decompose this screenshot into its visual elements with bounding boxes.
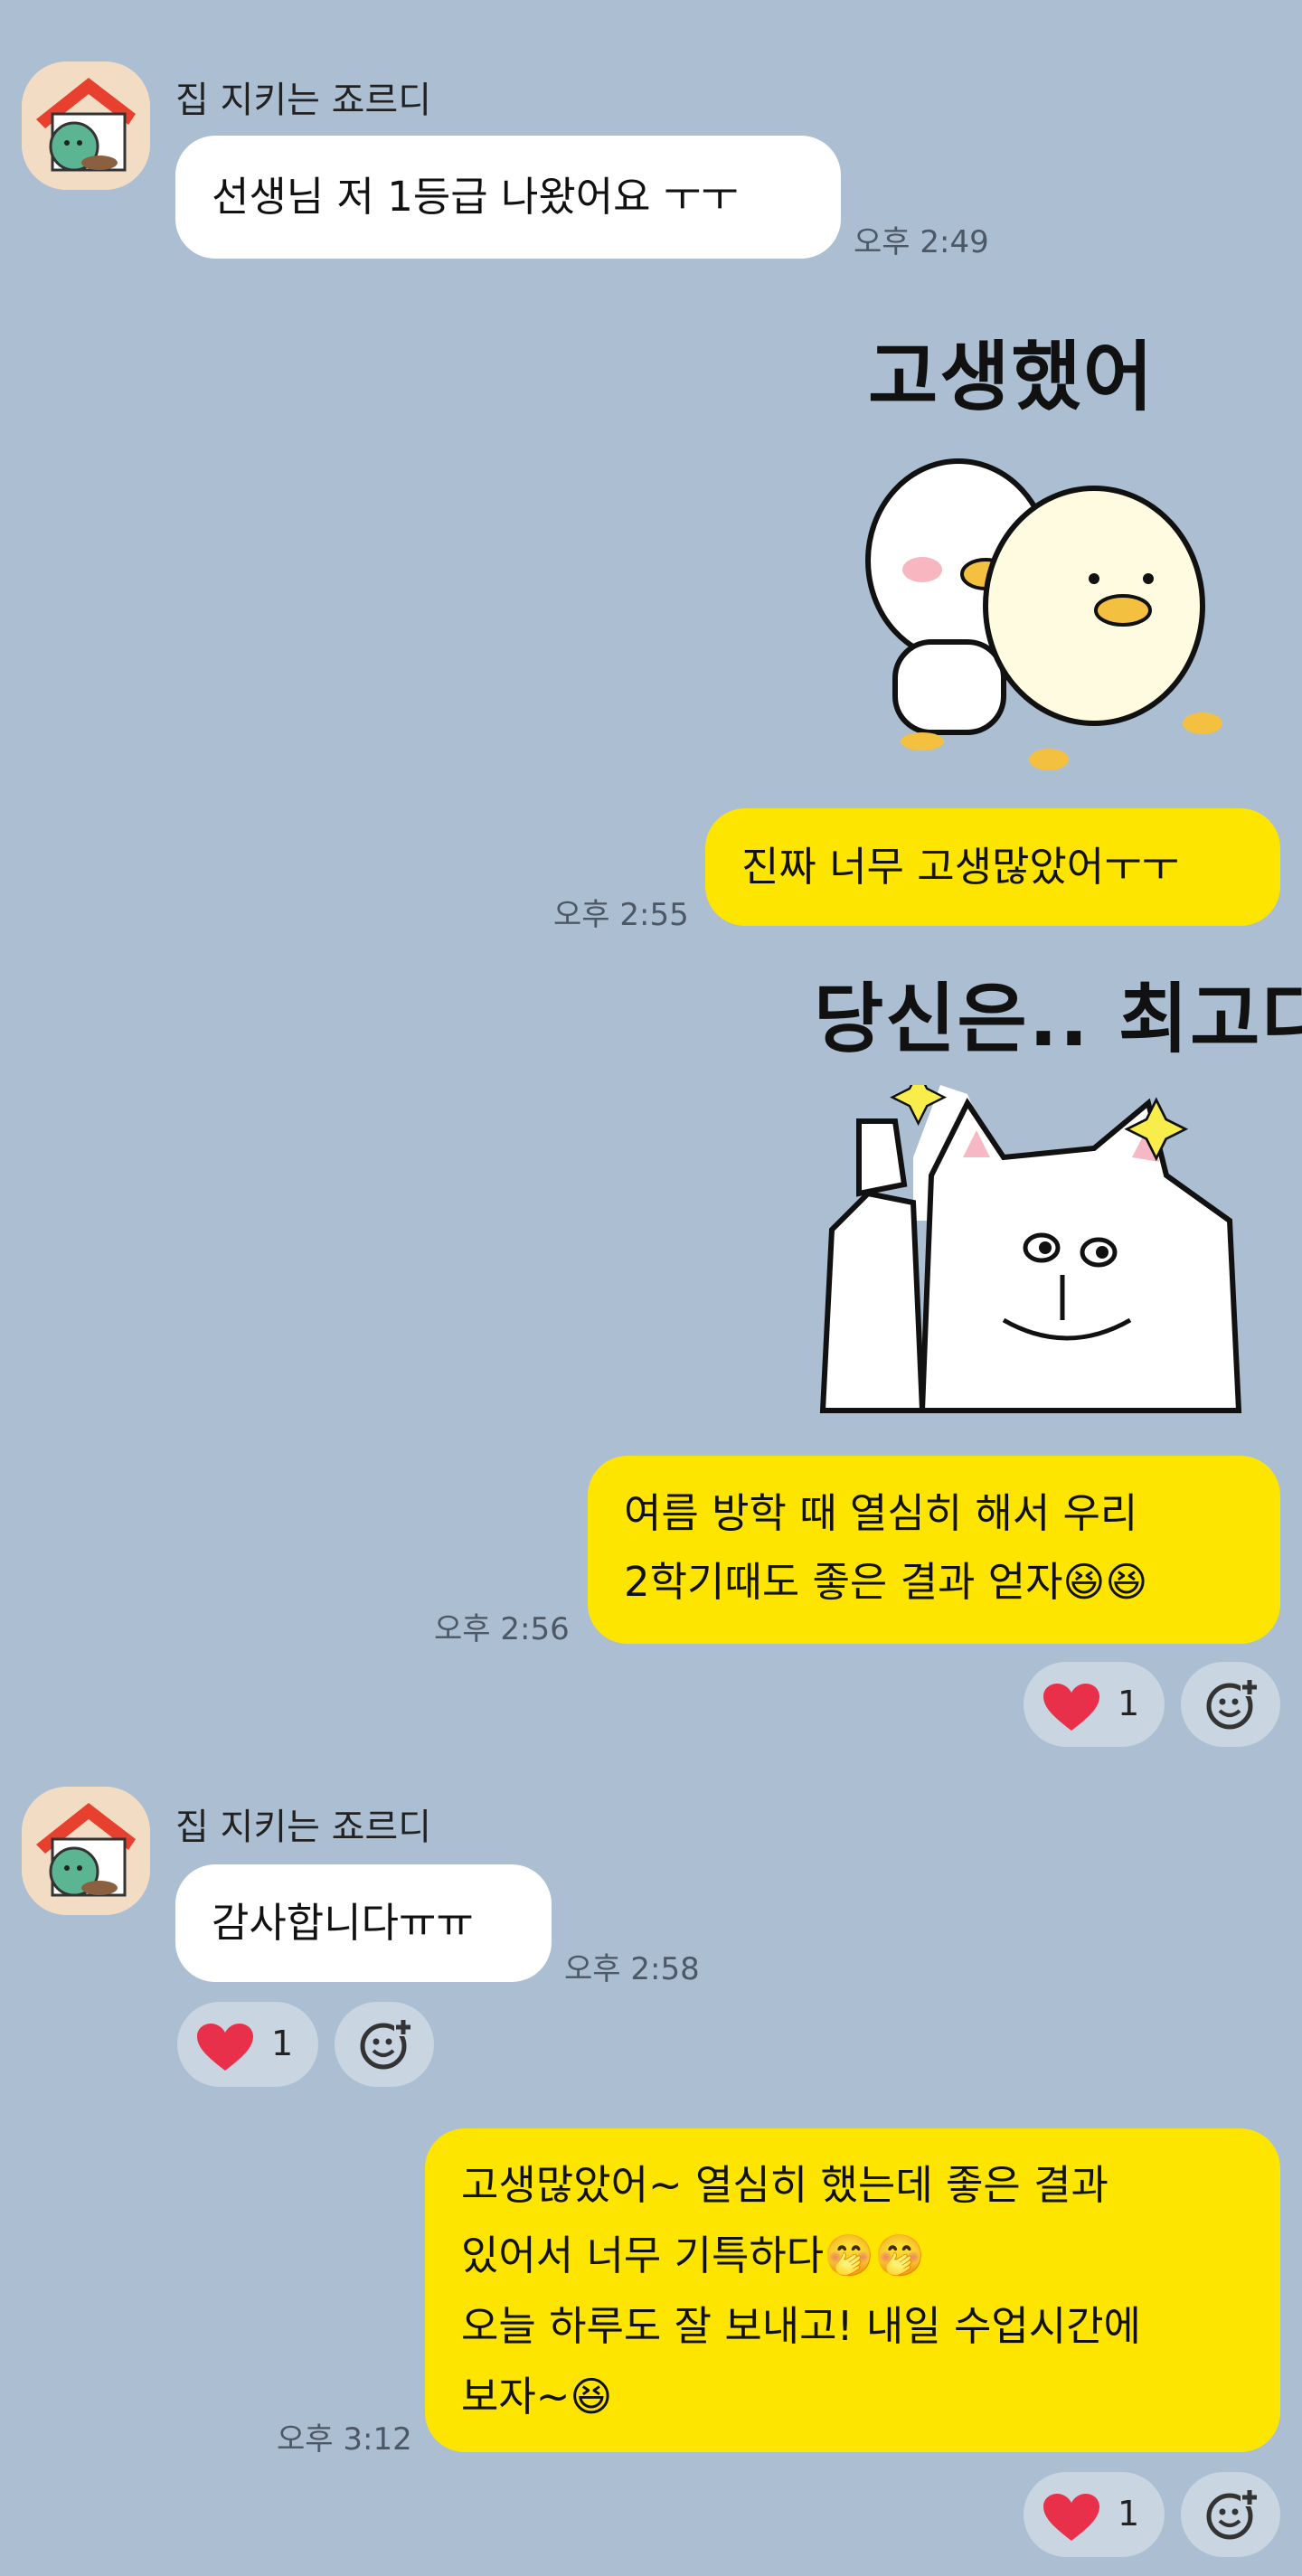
outgoing-message-bubble[interactable]: 고생많았어~ 열심히 했는데 좋은 결과 있어서 너무 기특하다🤭🤭 오늘 하루… — [425, 2128, 1280, 2452]
reaction-chip[interactable]: 1 — [1024, 1662, 1165, 1747]
heart-icon — [197, 2024, 253, 2071]
message-line: 보자~😆 — [461, 2373, 613, 2420]
sticker-ducks[interactable]: 고생했어 — [841, 316, 1239, 787]
reaction-chip[interactable]: 1 — [177, 2002, 318, 2087]
message-text: 감사합니다ㅠㅠ — [212, 1899, 474, 1947]
sender-name: 집 지키는 죠르디 — [175, 1807, 432, 1848]
cat-sticker-icon — [819, 1085, 1242, 1413]
incoming-message-bubble[interactable]: 감사합니다ㅠㅠ — [175, 1864, 552, 1982]
add-reaction-button[interactable] — [1181, 2472, 1280, 2557]
message-time: 오후 2:49 — [854, 224, 989, 260]
message-time: 오후 2:55 — [553, 897, 689, 933]
message-text: 선생님 저 1등급 나왔어요 ㅜㅜ — [212, 173, 739, 221]
add-emoji-icon — [1206, 2488, 1259, 2540]
sticker-caption: 고생했어 — [868, 333, 1156, 421]
message-line: 여름 방학 때 열심히 해서 우리 — [624, 1489, 1138, 1537]
reaction-count: 1 — [271, 2024, 294, 2063]
message-time: 오후 2:58 — [564, 1951, 700, 1987]
message-line: 있어서 너무 기특하다🤭🤭 — [461, 2232, 926, 2279]
add-emoji-icon — [1206, 1678, 1259, 1730]
sticker-cat[interactable]: 당신은.. 최고다 — [796, 958, 1302, 1429]
outgoing-message-bubble[interactable]: 진짜 너무 고생많았어ㅜㅜ — [705, 808, 1280, 926]
dog-house-avatar-icon — [22, 61, 150, 190]
outgoing-message-bubble[interactable]: 여름 방학 때 열심히 해서 우리 2학기때도 좋은 결과 얻자😆😆 — [588, 1456, 1280, 1644]
message-line: 고생많았어~ 열심히 했는데 좋은 결과 — [461, 2161, 1109, 2209]
sender-avatar[interactable] — [22, 61, 150, 190]
incoming-message-bubble[interactable]: 선생님 저 1등급 나왔어요 ㅜㅜ — [175, 136, 841, 259]
add-emoji-icon — [360, 2018, 412, 2070]
add-reaction-button[interactable] — [335, 2002, 434, 2087]
message-time: 오후 2:56 — [434, 1611, 570, 1647]
heart-icon — [1043, 1684, 1099, 1731]
sender-avatar[interactable] — [22, 1787, 150, 1915]
message-time: 오후 3:12 — [277, 2421, 412, 2458]
dog-house-avatar-icon — [22, 1787, 150, 1915]
message-line: 2학기때도 좋은 결과 얻자😆😆 — [624, 1558, 1148, 1606]
reaction-count: 1 — [1118, 2494, 1140, 2534]
reaction-chip[interactable]: 1 — [1024, 2472, 1165, 2557]
message-line: 오늘 하루도 잘 보내고! 내일 수업시간에 — [461, 2302, 1141, 2350]
duck-sticker-icon — [865, 458, 1222, 770]
heart-icon — [1043, 2494, 1099, 2541]
reaction-count: 1 — [1118, 1684, 1140, 1723]
message-text: 진짜 너무 고생많았어ㅜㅜ — [741, 843, 1180, 891]
sender-name: 집 지키는 죠르디 — [175, 80, 432, 121]
sticker-caption: 당신은.. 최고다 — [814, 975, 1302, 1063]
add-reaction-button[interactable] — [1181, 1662, 1280, 1747]
